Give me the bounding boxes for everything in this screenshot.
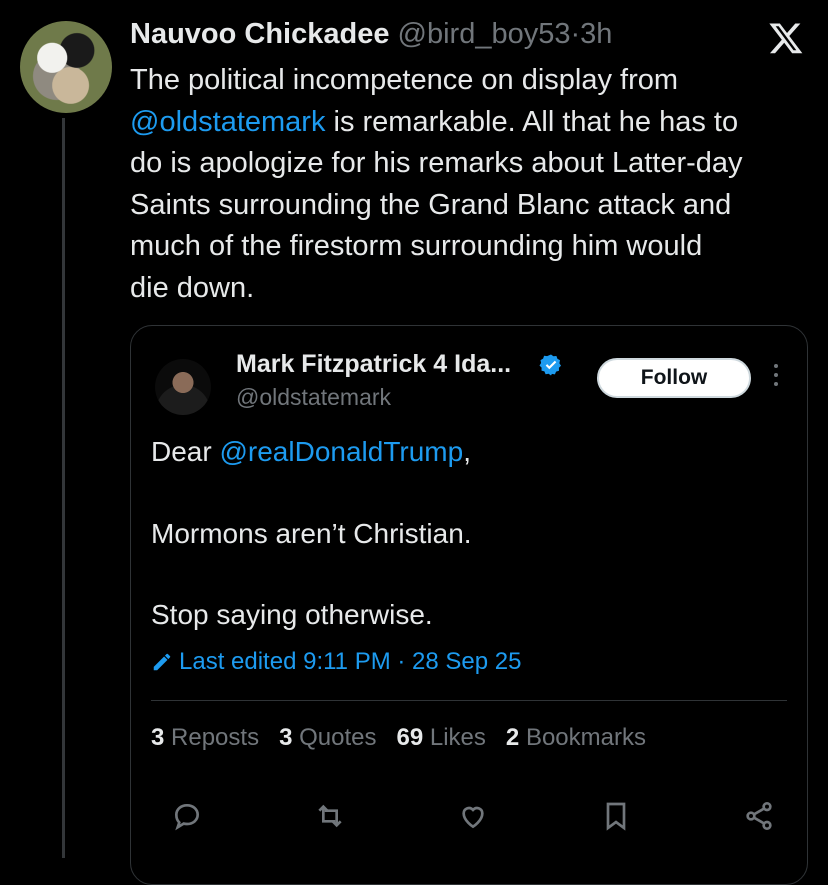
post-text-line: die down. bbox=[130, 271, 255, 304]
engagement-stats: 3 Reposts 3 Quotes 69 Likes 2 Bookmarks bbox=[151, 724, 646, 752]
post-text-line: The political incompetence on display fr… bbox=[130, 64, 679, 96]
avatar[interactable] bbox=[20, 21, 112, 113]
follow-button[interactable]: Follow bbox=[597, 358, 751, 398]
quoted-text-line-2: Mormons aren’t Christian. bbox=[151, 518, 472, 549]
greeting-text: Dear bbox=[151, 436, 212, 467]
quotes-label: Quotes bbox=[299, 724, 377, 751]
quoted-post-card[interactable]: Mark Fitzpatrick 4 Ida... @oldstatemark … bbox=[130, 325, 808, 885]
bookmark-icon[interactable] bbox=[600, 800, 634, 834]
quoted-text-line-3: Stop saying otherwise. bbox=[151, 599, 433, 630]
quotes-count: 3 bbox=[279, 724, 293, 751]
divider bbox=[151, 700, 787, 701]
likes-count: 69 bbox=[396, 724, 424, 751]
more-options-icon[interactable] bbox=[771, 364, 781, 394]
post-text-line: Saints surrounding the Grand Blanc attac… bbox=[130, 188, 732, 221]
post-text-line: much of the firestorm surrounding him wo… bbox=[130, 230, 703, 262]
post-text-fragment: is remarkable. All that he has to bbox=[333, 105, 739, 138]
reposts-count: 3 bbox=[151, 724, 165, 751]
bookmarks-label: Bookmarks bbox=[525, 724, 646, 751]
last-edited-link[interactable]: Last edited 9:11 PM · 28 Sep 25 bbox=[151, 648, 521, 676]
bookmarks-stat[interactable]: 2 Bookmarks bbox=[506, 724, 646, 752]
author-name[interactable]: Nauvoo Chickadee bbox=[130, 18, 389, 50]
likes-stat[interactable]: 69 Likes bbox=[397, 724, 486, 752]
x-logo-icon bbox=[768, 20, 804, 56]
author-handle[interactable]: @bird_boy53 bbox=[398, 18, 571, 50]
mention-link[interactable]: @oldstatemark bbox=[130, 106, 325, 138]
quoted-avatar[interactable] bbox=[155, 359, 211, 415]
reposts-label: Reposts bbox=[171, 724, 260, 751]
reposts-stat[interactable]: 3 Reposts bbox=[151, 724, 259, 752]
reply-icon[interactable] bbox=[171, 800, 205, 834]
repost-icon[interactable] bbox=[314, 800, 348, 834]
quoted-text-line-1: Dear @realDonaldTrump, bbox=[151, 436, 471, 468]
share-icon[interactable] bbox=[743, 800, 777, 834]
last-edited-text: Last edited 9:11 PM · 28 Sep 25 bbox=[179, 648, 522, 675]
like-icon[interactable] bbox=[457, 800, 491, 834]
bookmarks-count: 2 bbox=[505, 724, 520, 751]
post-time[interactable]: 3h bbox=[580, 18, 612, 50]
likes-label: Likes bbox=[429, 724, 486, 751]
quoted-author-handle[interactable]: @oldstatemark bbox=[236, 384, 391, 411]
action-bar bbox=[171, 800, 777, 836]
greeting-suffix: , bbox=[463, 436, 471, 467]
verified-badge-icon bbox=[539, 353, 563, 377]
post-text: The political incompetence on display fr… bbox=[130, 60, 810, 309]
post-text-line: do is apologize for his remarks about La… bbox=[130, 147, 743, 179]
separator-dot: · bbox=[570, 18, 581, 50]
post-text-line: @oldstatemark is remarkable. All that he… bbox=[130, 102, 810, 144]
quoted-author-name[interactable]: Mark Fitzpatrick 4 Ida... bbox=[236, 350, 511, 379]
post-header: Nauvoo Chickadee @bird_boy53·3h bbox=[130, 18, 808, 58]
thread-line bbox=[62, 118, 65, 858]
quotes-stat[interactable]: 3 Quotes bbox=[279, 724, 376, 752]
pencil-icon bbox=[151, 651, 173, 673]
quoted-mention-link[interactable]: @realDonaldTrump bbox=[219, 436, 463, 467]
